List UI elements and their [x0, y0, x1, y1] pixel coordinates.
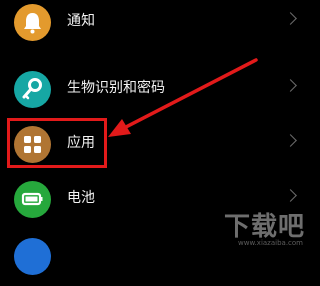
watermark-url: www.xiazaiba.com	[238, 239, 303, 247]
watermark-logo: 下载吧	[223, 212, 305, 242]
